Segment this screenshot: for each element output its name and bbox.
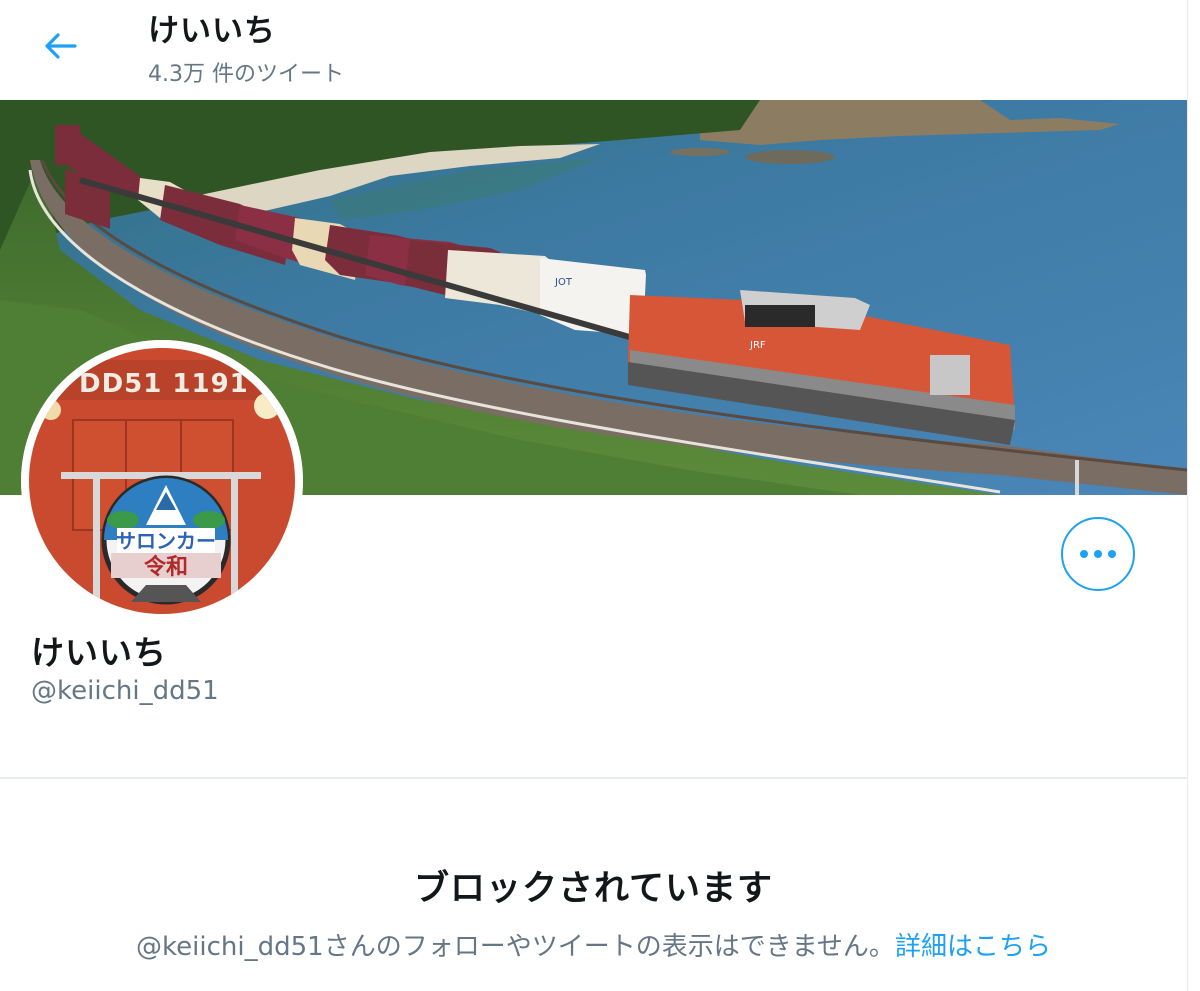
profile-header: けいいち 4.3万 件のツイート (0, 0, 1187, 100)
right-border (1187, 0, 1188, 991)
headmark-line2: 令和 (144, 554, 188, 580)
arrow-left-icon (45, 33, 77, 59)
section-divider (0, 777, 1187, 779)
back-button[interactable] (36, 24, 84, 68)
loco-mark: JRF (749, 340, 766, 351)
container-mark: JOT (554, 277, 573, 288)
profile-handle: @keiichi_dd51 (31, 676, 219, 706)
details-link[interactable]: 詳細はこちら (895, 932, 1051, 962)
header-title: けいいち (148, 13, 276, 49)
loco-number: DD51 1191 (79, 369, 249, 399)
more-options-button[interactable] (1061, 517, 1135, 591)
more-horizontal-icon (1077, 550, 1119, 558)
blocked-message-row: @keiichi_dd51さんのフォローやツイートの表示はできません。詳細はこち… (0, 926, 1187, 963)
profile-name: けいいち (31, 633, 167, 672)
profile-avatar[interactable]: DD51 1191 サロンカー 令和 (21, 340, 303, 622)
blocked-message: @keiichi_dd51さんのフォローやツイートの表示はできません。 (136, 932, 895, 962)
headmark-line1: サロンカー (116, 529, 216, 553)
blocked-title: ブロックされています (414, 869, 773, 909)
tweet-count: 4.3万 件のツイート (148, 62, 344, 87)
